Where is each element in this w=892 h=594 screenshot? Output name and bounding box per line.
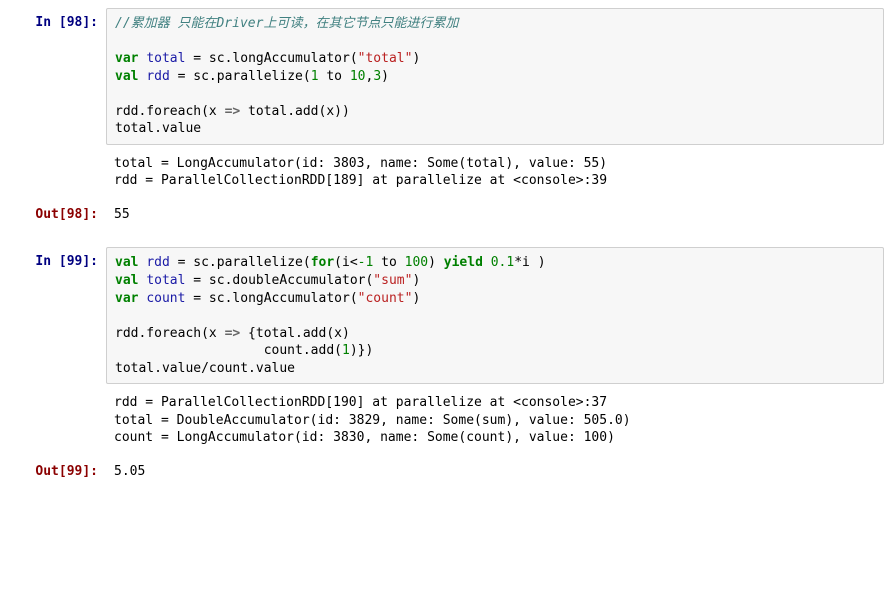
code-cell: In [99]: val rdd = sc.parallelize(for(i<… — [8, 247, 884, 384]
stream-text: rdd = ParallelCollectionRDD[190] at para… — [106, 388, 884, 453]
exec-count: 98 — [67, 15, 83, 30]
empty-prompt — [8, 149, 106, 159]
exec-count: 98 — [67, 207, 83, 222]
prompt-prefix: In [ — [35, 15, 66, 30]
output-cell: Out[98]: 55 — [8, 200, 884, 230]
prompt-suffix: ]: — [82, 15, 98, 30]
empty-prompt — [8, 388, 106, 398]
prompt-suffix: ]: — [82, 254, 98, 269]
code-cell: In [98]: //累加器 只能在Driver上可读，在其它节点只能进行累加 … — [8, 8, 884, 145]
input-prompt: In [98]: — [8, 8, 106, 36]
output-prompt: Out[98]: — [8, 200, 106, 228]
input-prompt: In [99]: — [8, 247, 106, 275]
exec-count: 99 — [67, 464, 83, 479]
prompt-prefix: Out[ — [35, 464, 66, 479]
output-prompt: Out[99]: — [8, 457, 106, 485]
prompt-suffix: ]: — [82, 207, 98, 222]
output-result: 55 — [106, 200, 884, 230]
code-input-area[interactable]: //累加器 只能在Driver上可读，在其它节点只能进行累加 var total… — [106, 8, 884, 145]
exec-count: 99 — [67, 254, 83, 269]
prompt-prefix: In [ — [35, 254, 66, 269]
stream-text: total = LongAccumulator(id: 3803, name: … — [106, 149, 884, 196]
output-cell: Out[99]: 5.05 — [8, 457, 884, 487]
stream-output: rdd = ParallelCollectionRDD[190] at para… — [8, 388, 884, 453]
code-input-area[interactable]: val rdd = sc.parallelize(for(i<-1 to 100… — [106, 247, 884, 384]
prompt-suffix: ]: — [82, 464, 98, 479]
spacer — [8, 233, 884, 247]
output-result: 5.05 — [106, 457, 884, 487]
prompt-prefix: Out[ — [35, 207, 66, 222]
stream-output: total = LongAccumulator(id: 3803, name: … — [8, 149, 884, 196]
